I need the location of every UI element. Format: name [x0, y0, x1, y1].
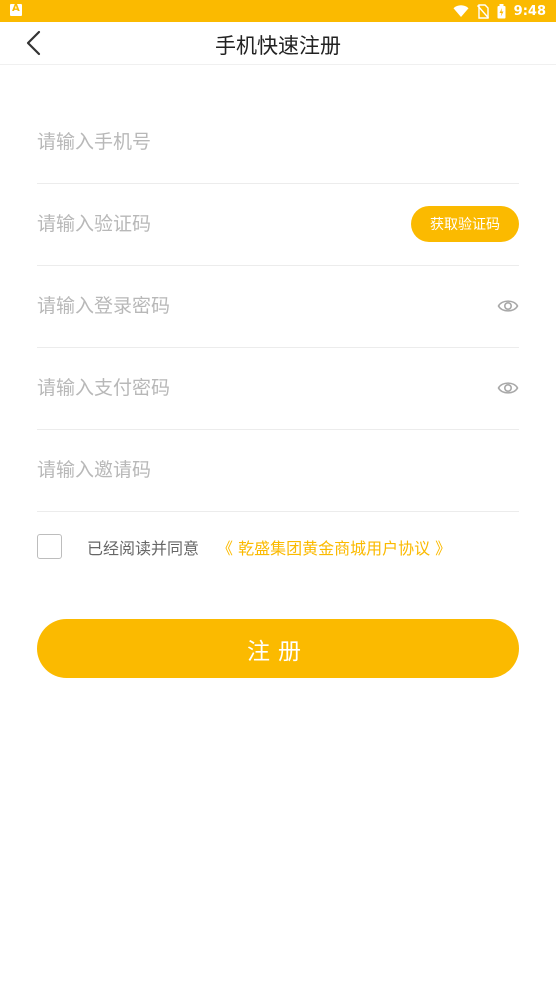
phone-input[interactable] — [37, 101, 397, 183]
verification-code-input[interactable] — [37, 183, 397, 265]
login-password-row — [37, 265, 519, 348]
invite-code-input[interactable] — [37, 429, 397, 511]
status-bar: 9:48 — [0, 0, 556, 22]
agreement-link[interactable]: 《 乾盛集团黄金商城用户协议 》 — [217, 535, 451, 559]
app-notification-icon — [10, 3, 22, 16]
page-title: 手机快速注册 — [215, 34, 341, 58]
agreement-row: 已经阅读并同意 《 乾盛集团黄金商城用户协议 》 — [37, 533, 519, 561]
agreement-checkbox[interactable] — [37, 534, 62, 559]
verification-code-row: 获取验证码 — [37, 183, 519, 266]
pay-password-row — [37, 347, 519, 430]
eye-icon[interactable] — [497, 377, 519, 399]
no-sim-icon — [476, 3, 489, 19]
get-code-button[interactable]: 获取验证码 — [411, 206, 519, 242]
status-icons: 9:48 — [453, 2, 546, 20]
invite-code-row — [37, 429, 519, 512]
register-button[interactable]: 注册 — [37, 619, 519, 678]
pay-password-input[interactable] — [37, 347, 397, 429]
status-time: 9:48 — [513, 3, 546, 19]
agreement-text: 已经阅读并同意 — [87, 539, 200, 558]
wifi-icon — [453, 4, 469, 17]
login-password-input[interactable] — [37, 265, 397, 347]
top-bar: 手机快速注册 — [0, 22, 556, 65]
battery-icon — [497, 3, 506, 18]
eye-icon[interactable] — [497, 295, 519, 317]
phone-field-row — [37, 101, 519, 184]
